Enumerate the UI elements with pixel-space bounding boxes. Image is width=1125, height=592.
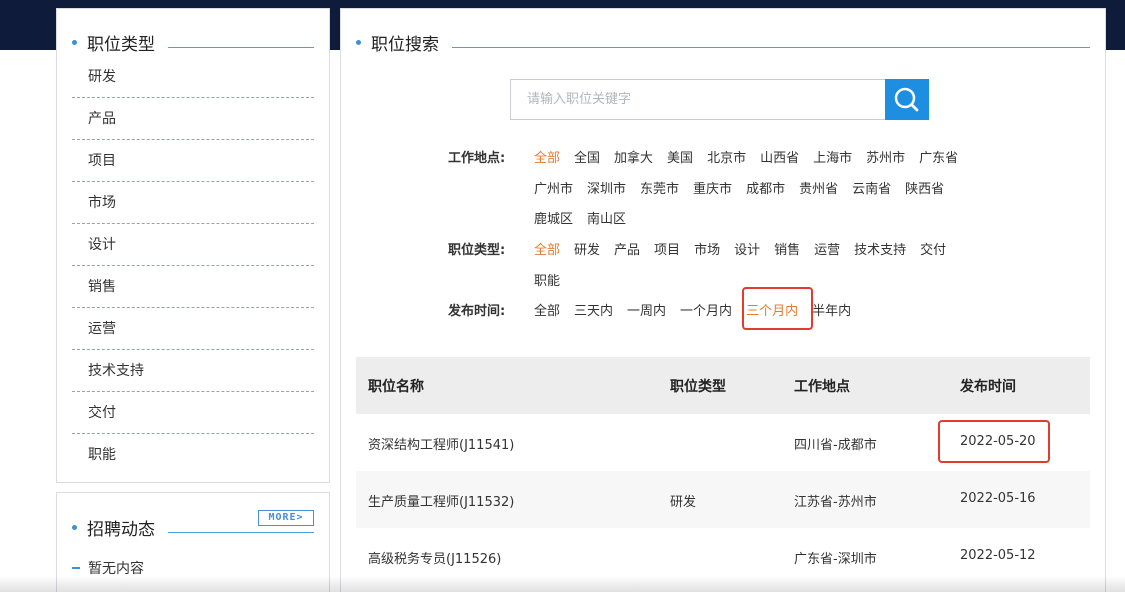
location-option[interactable]: 山西省 (760, 147, 799, 166)
news-empty: 暂无内容 (72, 558, 144, 578)
table-row[interactable]: 生产质量工程师(J11532) 研发 江苏省-苏州市 2022-05-16 (356, 471, 1090, 528)
news-title: 招聘动态 (72, 515, 155, 540)
search-button[interactable] (885, 79, 929, 120)
news-title-text: 招聘动态 (87, 520, 155, 540)
search-title-underline (452, 47, 1090, 48)
location-option[interactable]: 深圳市 (587, 178, 626, 197)
time-option-1month[interactable]: 一个月内 (680, 300, 732, 319)
type-option[interactable]: 运营 (814, 239, 840, 258)
location-option[interactable]: 陕西省 (905, 178, 944, 197)
time-option-3days[interactable]: 三天内 (574, 300, 613, 319)
news-title-underline (168, 532, 314, 533)
category-list: 研发 产品 项目 市场 设计 销售 运营 技术支持 交付 职能 (72, 56, 314, 476)
location-option[interactable]: 广州市 (534, 178, 573, 197)
category-item-design[interactable]: 设计 (72, 224, 314, 266)
search-input[interactable] (510, 79, 886, 120)
type-option[interactable]: 研发 (574, 239, 600, 258)
search-icon (894, 87, 919, 112)
type-option[interactable]: 交付 (920, 239, 946, 258)
location-option[interactable]: 北京市 (707, 147, 746, 166)
search-section-title-text: 职位搜索 (371, 35, 439, 55)
location-filter-label: 工作地点: (448, 151, 506, 166)
type-option[interactable]: 设计 (734, 239, 760, 258)
job-date-cell: 2022-05-16 (960, 491, 1036, 506)
column-header-type: 职位类型 (670, 379, 726, 395)
time-filter-label: 发布时间: (448, 304, 506, 319)
dash-icon (72, 567, 80, 569)
location-filter-row-2: 广州市 深圳市 东莞市 重庆市 成都市 贵州省 云南省 陕西省 (534, 178, 958, 197)
job-type-cell: 研发 (670, 495, 697, 510)
table-header: 职位名称 职位类型 工作地点 发布时间 (356, 357, 1090, 414)
location-option[interactable]: 全国 (574, 147, 600, 166)
type-option[interactable]: 市场 (694, 239, 720, 258)
bullet-icon (356, 40, 361, 45)
type-filter-label: 职位类型: (448, 243, 506, 258)
category-item-rd[interactable]: 研发 (72, 56, 314, 98)
time-option-6months[interactable]: 半年内 (812, 300, 851, 319)
type-option[interactable]: 销售 (774, 239, 800, 258)
location-option[interactable]: 贵州省 (799, 178, 838, 197)
category-item-sales[interactable]: 销售 (72, 266, 314, 308)
category-item-product[interactable]: 产品 (72, 98, 314, 140)
type-option-all[interactable]: 全部 (534, 239, 560, 258)
type-option[interactable]: 产品 (614, 239, 640, 258)
time-option-all[interactable]: 全部 (534, 300, 560, 319)
type-option[interactable]: 项目 (654, 239, 680, 258)
time-filter-row: 全部 三天内 一周内 一个月内 三个月内 半年内 (534, 300, 865, 319)
bullet-icon (72, 40, 77, 45)
sidebar-title-underline (168, 47, 314, 48)
more-button[interactable]: MORE> (258, 510, 314, 526)
location-option[interactable]: 美国 (667, 147, 693, 166)
location-option-all[interactable]: 全部 (534, 147, 560, 166)
location-option[interactable]: 加拿大 (614, 147, 653, 166)
location-option[interactable]: 云南省 (852, 178, 891, 197)
news-empty-text: 暂无内容 (88, 561, 144, 577)
location-option[interactable]: 成都市 (746, 178, 785, 197)
location-option[interactable]: 广东省 (919, 147, 958, 166)
type-filter-row-2: 职能 (534, 270, 574, 289)
location-option[interactable]: 东莞市 (640, 178, 679, 197)
highlight-box-date (938, 420, 1050, 463)
job-title-link[interactable]: 生产质量工程师(J11532) (368, 491, 514, 510)
type-option[interactable]: 技术支持 (854, 239, 906, 258)
sidebar-title-text: 职位类型 (87, 35, 155, 55)
location-option[interactable]: 南山区 (587, 208, 626, 227)
type-filter-row-1: 全部 研发 产品 项目 市场 设计 销售 运营 技术支持 交付 (534, 239, 960, 258)
column-header-location: 工作地点 (794, 379, 850, 395)
bullet-icon (72, 525, 77, 530)
highlight-box-time-option (742, 287, 813, 330)
job-location-cell: 四川省-成都市 (794, 438, 877, 453)
category-item-market[interactable]: 市场 (72, 182, 314, 224)
job-title-link[interactable]: 高级税务专员(J11526) (368, 548, 501, 567)
sidebar-title: 职位类型 (72, 30, 155, 55)
job-title-link[interactable]: 资深结构工程师(J11541) (368, 434, 514, 453)
category-item-delivery[interactable]: 交付 (72, 392, 314, 434)
category-item-functions[interactable]: 职能 (72, 434, 314, 476)
job-location-cell: 广东省-深圳市 (794, 552, 877, 567)
category-item-tech-support[interactable]: 技术支持 (72, 350, 314, 392)
bottom-shadow (0, 576, 1125, 592)
location-option[interactable]: 重庆市 (693, 178, 732, 197)
location-option[interactable]: 苏州市 (866, 147, 905, 166)
location-filter-row-3: 鹿城区 南山区 (534, 208, 640, 227)
column-header-name: 职位名称 (368, 379, 424, 395)
location-filter-row-1: 全部 全国 加拿大 美国 北京市 山西省 上海市 苏州市 广东省 (534, 147, 972, 166)
location-option[interactable]: 鹿城区 (534, 208, 573, 227)
category-item-operations[interactable]: 运营 (72, 308, 314, 350)
job-date-cell: 2022-05-12 (960, 548, 1036, 563)
type-option[interactable]: 职能 (534, 270, 560, 289)
column-header-date: 发布时间 (960, 379, 1016, 395)
job-location-cell: 江苏省-苏州市 (794, 495, 877, 510)
search-section-title: 职位搜索 (356, 30, 439, 55)
time-option-1week[interactable]: 一周内 (627, 300, 666, 319)
location-option[interactable]: 上海市 (813, 147, 852, 166)
category-item-project[interactable]: 项目 (72, 140, 314, 182)
